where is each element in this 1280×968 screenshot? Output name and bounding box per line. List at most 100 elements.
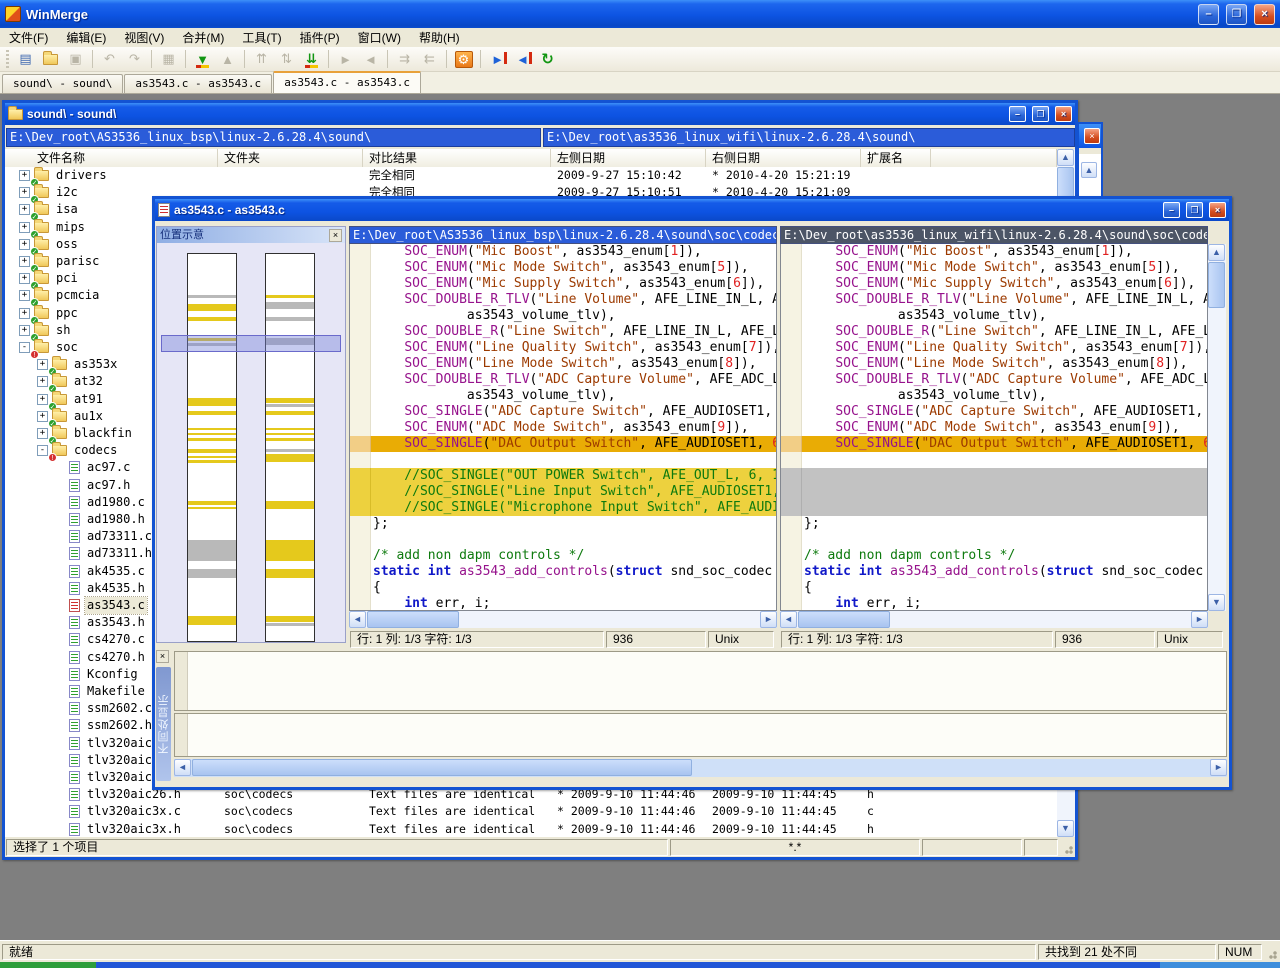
last-difference-button[interactable]: ⇊ (299, 48, 324, 70)
diff-marker[interactable] (188, 456, 236, 459)
code-line[interactable]: static int as3543_add_controls(struct sn… (350, 564, 776, 580)
code-line[interactable]: //SOC_SINGLE("Line Input Switch", AFE_AU… (350, 484, 776, 500)
diff-marker[interactable] (266, 433, 314, 436)
code-line[interactable]: }; (781, 516, 1207, 532)
code-line[interactable]: SOC_DOUBLE_R("Line Switch", AFE_LINE_IN_… (781, 324, 1207, 340)
file-window-titlebar[interactable]: as3543.c - as3543.c – ❐ × (155, 199, 1229, 221)
close-icon[interactable]: × (1055, 106, 1072, 122)
code-line[interactable]: as3543_volume_tlv), (350, 308, 776, 324)
code-line[interactable]: SOC_ENUM("ADC Mode Switch", as3543_enum[… (350, 420, 776, 436)
close-button[interactable]: × (1254, 4, 1275, 25)
close-icon[interactable]: × (156, 650, 169, 663)
diff-marker[interactable] (266, 295, 314, 299)
close-icon[interactable]: × (1209, 202, 1226, 218)
diff-pane-horizontal-scrollbar[interactable]: ◄ ► (174, 759, 1227, 777)
code-line[interactable]: SOC_ENUM("Mic Supply Switch", as3543_enu… (781, 276, 1207, 292)
code-line[interactable]: as3543_volume_tlv), (781, 308, 1207, 324)
close-icon[interactable]: × (1084, 128, 1100, 144)
left-horizontal-scrollbar[interactable]: ◄ ► (349, 611, 777, 628)
menu-item-view[interactable]: 视图(V) (115, 27, 173, 48)
expand-icon[interactable]: + (19, 325, 30, 336)
toolbar-grip[interactable] (6, 50, 9, 68)
previous-difference-button[interactable]: ▲ (215, 48, 240, 70)
column-header-5[interactable]: 右侧日期 (706, 149, 861, 167)
undo-button[interactable]: ↶ (97, 48, 122, 70)
restore-button[interactable]: ❐ (1226, 4, 1247, 25)
diff-marker[interactable] (266, 616, 314, 622)
code-line[interactable]: SOC_ENUM("Line Quality Switch", as3543_e… (781, 340, 1207, 356)
code-line[interactable]: SOC_DOUBLE_R_TLV("Line Volume", AFE_LINE… (350, 292, 776, 308)
column-header-2[interactable]: 文件夹 (218, 149, 363, 167)
menu-item-window[interactable]: 窗口(W) (349, 27, 410, 48)
code-line[interactable]: as3543_volume_tlv), (781, 388, 1207, 404)
visible-area-indicator[interactable] (161, 335, 341, 352)
expand-icon[interactable]: + (37, 411, 48, 422)
column-header-6[interactable]: 扩展名 (861, 149, 931, 167)
code-line[interactable]: { (781, 580, 1207, 596)
code-line[interactable]: SOC_DOUBLE_R("Line Switch", AFE_LINE_IN_… (350, 324, 776, 340)
scroll-up-icon[interactable]: ▲ (1081, 162, 1097, 178)
expand-icon[interactable]: + (19, 222, 30, 233)
code-line[interactable]: SOC_ENUM("Mic Mode Switch", as3543_enum[… (350, 260, 776, 276)
expand-icon[interactable]: + (19, 170, 30, 181)
options-button[interactable]: ⚙ (451, 48, 476, 70)
code-line[interactable]: SOC_SINGLE("ADC Capture Switch", AFE_AUD… (350, 404, 776, 420)
scroll-left-icon[interactable]: ◄ (349, 611, 366, 628)
expand-icon[interactable]: + (19, 187, 30, 198)
left-code-pane[interactable]: SOC_ENUM("Mic Boost", as3543_enum[1]), S… (349, 244, 777, 611)
minimize-button[interactable]: – (1009, 106, 1026, 122)
diff-marker[interactable] (188, 616, 236, 625)
location-bar-right[interactable] (265, 253, 315, 642)
expand-icon[interactable]: + (19, 290, 30, 301)
diff-marker[interactable] (188, 449, 236, 453)
diff-marker[interactable] (188, 501, 236, 504)
copy-left-button[interactable]: ◄ (358, 48, 383, 70)
copy-right-button[interactable]: ► (333, 48, 358, 70)
expand-icon[interactable]: + (19, 204, 30, 215)
code-line[interactable]: SOC_ENUM("Line Mode Switch", as3543_enum… (350, 356, 776, 372)
previous-file-button[interactable]: ◄ (510, 48, 535, 70)
diff-marker[interactable] (266, 398, 314, 403)
copy-left-advance-button[interactable]: ⇇ (417, 48, 442, 70)
menu-item-file[interactable]: 文件(F) (0, 27, 57, 48)
code-line[interactable] (781, 500, 1207, 516)
code-line[interactable]: SOC_DOUBLE_R_TLV("ADC Capture Volume", A… (350, 372, 776, 388)
code-line[interactable] (781, 484, 1207, 500)
resize-grip[interactable] (1264, 944, 1278, 960)
left-folder-path-header[interactable]: E:\Dev_root\AS3536_linux_bsp\linux-2.6.2… (6, 128, 541, 147)
menu-item-merge[interactable]: 合并(M) (173, 27, 233, 48)
code-line[interactable]: SOC_ENUM("Mic Boost", as3543_enum[1]), (781, 244, 1207, 260)
tree-item-drivers[interactable]: +✓drivers完全相同2009-9-27 15:10:42* 2010-4-… (5, 167, 1057, 184)
current-difference-button[interactable]: ⇅ (274, 48, 299, 70)
code-line[interactable]: SOC_DOUBLE_R_TLV("Line Volume", AFE_LINE… (781, 292, 1207, 308)
missing-marker[interactable] (266, 449, 314, 452)
expand-icon[interactable]: + (37, 428, 48, 439)
minimize-button[interactable]: – (1163, 202, 1180, 218)
tab-1[interactable]: sound\ - sound\ (2, 74, 123, 93)
code-line[interactable]: SOC_ENUM("Mic Mode Switch", as3543_enum[… (781, 260, 1207, 276)
right-file-path-header[interactable]: E:\Dev_root\as3536_linux_wifi\linux-2.6.… (780, 226, 1208, 244)
scroll-left-icon[interactable]: ◄ (780, 611, 797, 628)
expand-icon[interactable]: + (19, 308, 30, 319)
missing-marker[interactable] (266, 623, 314, 626)
scroll-right-icon[interactable]: ► (760, 611, 777, 628)
menu-item-edit[interactable]: 编辑(E) (57, 27, 115, 48)
code-line[interactable]: /* add non dapm controls */ (350, 548, 776, 564)
scrollbar-thumb[interactable] (192, 759, 692, 776)
missing-marker[interactable] (188, 569, 236, 578)
diff-marker[interactable] (188, 428, 236, 431)
scrollbar-thumb[interactable] (1208, 262, 1225, 308)
maximize-button[interactable]: ❐ (1186, 202, 1203, 218)
scroll-right-icon[interactable]: ► (1210, 759, 1227, 776)
diff-marker[interactable] (266, 501, 314, 509)
code-line[interactable]: SOC_ENUM("Mic Boost", as3543_enum[1]), (350, 244, 776, 260)
missing-marker[interactable] (266, 404, 314, 407)
code-line[interactable]: { (350, 580, 776, 596)
expand-icon[interactable]: + (19, 256, 30, 267)
code-line[interactable]: SOC_ENUM("Line Mode Switch", as3543_enum… (781, 356, 1207, 372)
open-button[interactable] (38, 48, 63, 70)
diff-marker[interactable] (266, 438, 314, 441)
diff-marker[interactable] (266, 454, 314, 462)
expand-icon[interactable]: + (37, 376, 48, 387)
diff-marker[interactable] (188, 304, 236, 312)
